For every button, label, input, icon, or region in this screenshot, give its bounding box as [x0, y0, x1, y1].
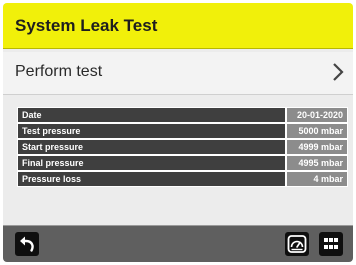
table-row: Date 20-01-2020 [18, 108, 347, 122]
row-label: Start pressure [18, 140, 285, 154]
back-arrow-icon [20, 236, 34, 252]
table-row: Start pressure 4999 mbar [18, 140, 347, 154]
footer-bar [3, 225, 353, 262]
menu-grid-button[interactable] [319, 232, 343, 256]
chevron-right-icon [333, 63, 344, 81]
page-title: System Leak Test [15, 16, 158, 35]
row-value: 4999 mbar [287, 140, 347, 154]
perform-test-label: Perform test [15, 63, 103, 80]
row-value: 5000 mbar [287, 124, 347, 138]
row-label: Test pressure [18, 124, 285, 138]
row-value: 20-01-2020 [287, 108, 347, 122]
table-row: Pressure loss 4 mbar [18, 172, 347, 186]
row-value: 4995 mbar [287, 156, 347, 170]
table-row: Test pressure 5000 mbar [18, 124, 347, 138]
row-label: Date [18, 108, 285, 122]
table-row: Final pressure 4995 mbar [18, 156, 347, 170]
screen: System Leak Test Perform test Date 20-01… [3, 3, 353, 262]
row-value: 4 mbar [287, 172, 347, 186]
perform-test-row[interactable]: Perform test [3, 52, 353, 95]
back-button[interactable] [15, 232, 39, 256]
grid-menu-icon [324, 238, 338, 249]
row-label: Final pressure [18, 156, 285, 170]
gauge-icon [287, 235, 307, 253]
gauge-button[interactable] [285, 232, 309, 256]
header-bar: System Leak Test [3, 3, 353, 49]
row-label: Pressure loss [18, 172, 285, 186]
results-table: Date 20-01-2020 Test pressure 5000 mbar … [17, 107, 348, 187]
